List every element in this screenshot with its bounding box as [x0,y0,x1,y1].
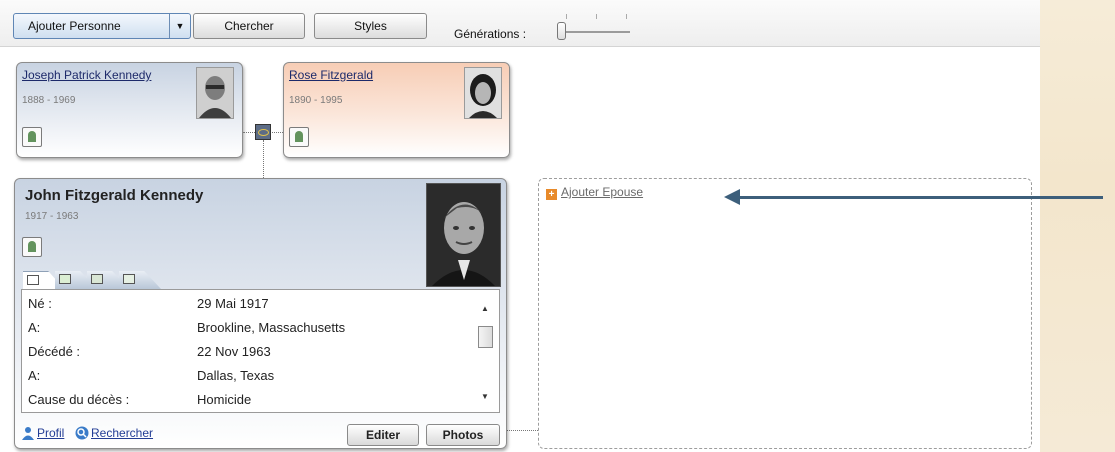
mother-dates: 1890 - 1995 [289,95,343,106]
edit-button[interactable]: Editer [347,424,419,446]
annotation-arrow [738,196,1103,199]
chevron-down-icon[interactable]: ▼ [169,14,190,38]
family-icon [59,274,71,284]
spouse-placeholder: + Ajouter Epouse [538,178,1032,449]
spouse-connector [507,430,538,431]
scroll-up-icon[interactable]: ▲ [481,304,489,313]
mother-name-link[interactable]: Rose Fitzgerald [289,68,373,82]
detail-label: A: [28,368,41,383]
father-name-link[interactable]: Joseph Patrick Kennedy [22,68,151,82]
tab-photos[interactable] [119,271,161,289]
detail-value: Dallas, Texas [197,368,275,383]
father-dates: 1888 - 1969 [22,95,76,106]
detail-label: A: [28,320,41,335]
person-card-footer: Profil Rechercher Editer Photos [15,418,506,448]
add-person-button[interactable]: Ajouter Personne ▼ [13,13,191,39]
detail-row: Décédé : 22 Nov 1963 [28,340,468,364]
slider-tick [596,14,597,19]
scroll-down-icon[interactable]: ▼ [481,392,489,401]
styles-button[interactable]: Styles [314,13,427,39]
mother-photo[interactable] [464,67,502,119]
detail-label: Né : [28,296,52,311]
photos-button[interactable]: Photos [426,424,500,446]
detail-label: Cause du décès : [28,392,130,407]
photos-icon [123,274,135,284]
add-spouse-label: Ajouter Epouse [561,185,644,199]
plus-icon: + [546,189,557,200]
generations-slider[interactable] [560,31,630,33]
father-photo[interactable] [196,67,234,119]
toolbar: Ajouter Personne ▼ Chercher Styles Génér… [0,0,1040,47]
detail-value: Homicide [197,392,252,407]
child-connector [263,140,264,178]
tombstone-icon[interactable] [22,237,42,257]
person-name: John Fitzgerald Kennedy [25,187,204,204]
person-card[interactable]: John Fitzgerald Kennedy 1917 - 1963 Né:… [14,178,507,449]
tombstone-icon[interactable] [289,127,309,147]
details-panel: Né : 29 Mai 1917 A: Brookline, Massachus… [21,289,500,413]
detail-value: 29 Mai 1917 [197,296,269,311]
slider-tick [626,14,627,19]
generations-slider-thumb[interactable] [557,22,566,40]
search-link[interactable]: Rechercher [91,426,153,440]
mother-card[interactable]: Rose Fitzgerald 1890 - 1995 [283,62,510,158]
detail-label: Décédé : [28,344,81,359]
annotation-arrow-head [724,189,740,205]
add-person-label: Ajouter Personne [28,19,121,33]
marriage-ring-icon[interactable] [255,124,271,140]
search-icon [75,426,89,440]
search-button[interactable]: Chercher [193,13,305,39]
detail-value: Brookline, Massachusetts [197,320,346,335]
app-window: Ajouter Personne ▼ Chercher Styles Génér… [0,0,1040,452]
id-card-icon [27,275,39,285]
tombstone-icon[interactable] [22,127,42,147]
slider-tick [566,14,567,19]
detail-row: Né : 29 Mai 1917 [28,292,468,316]
add-spouse-link[interactable]: + Ajouter Epouse [546,185,643,200]
detail-row: Cause du décès : Homicide [28,388,468,412]
details-scrollbar[interactable]: ▲ ▼ [478,302,493,402]
page-background [1040,0,1115,452]
profile-link[interactable]: Profil [37,426,64,440]
detail-value: 22 Nov 1963 [197,344,271,359]
person-photo[interactable] [426,183,501,287]
generations-label: Générations : [454,27,527,41]
person-dates: 1917 - 1963 [25,211,79,222]
detail-row: A: Brookline, Massachusetts [28,316,468,340]
scrollbar-thumb[interactable] [478,326,493,348]
events-icon [91,274,103,284]
detail-row: A: Dallas, Texas [28,364,468,388]
father-card[interactable]: Joseph Patrick Kennedy 1888 - 1969 [16,62,243,158]
person-icon [22,427,34,440]
